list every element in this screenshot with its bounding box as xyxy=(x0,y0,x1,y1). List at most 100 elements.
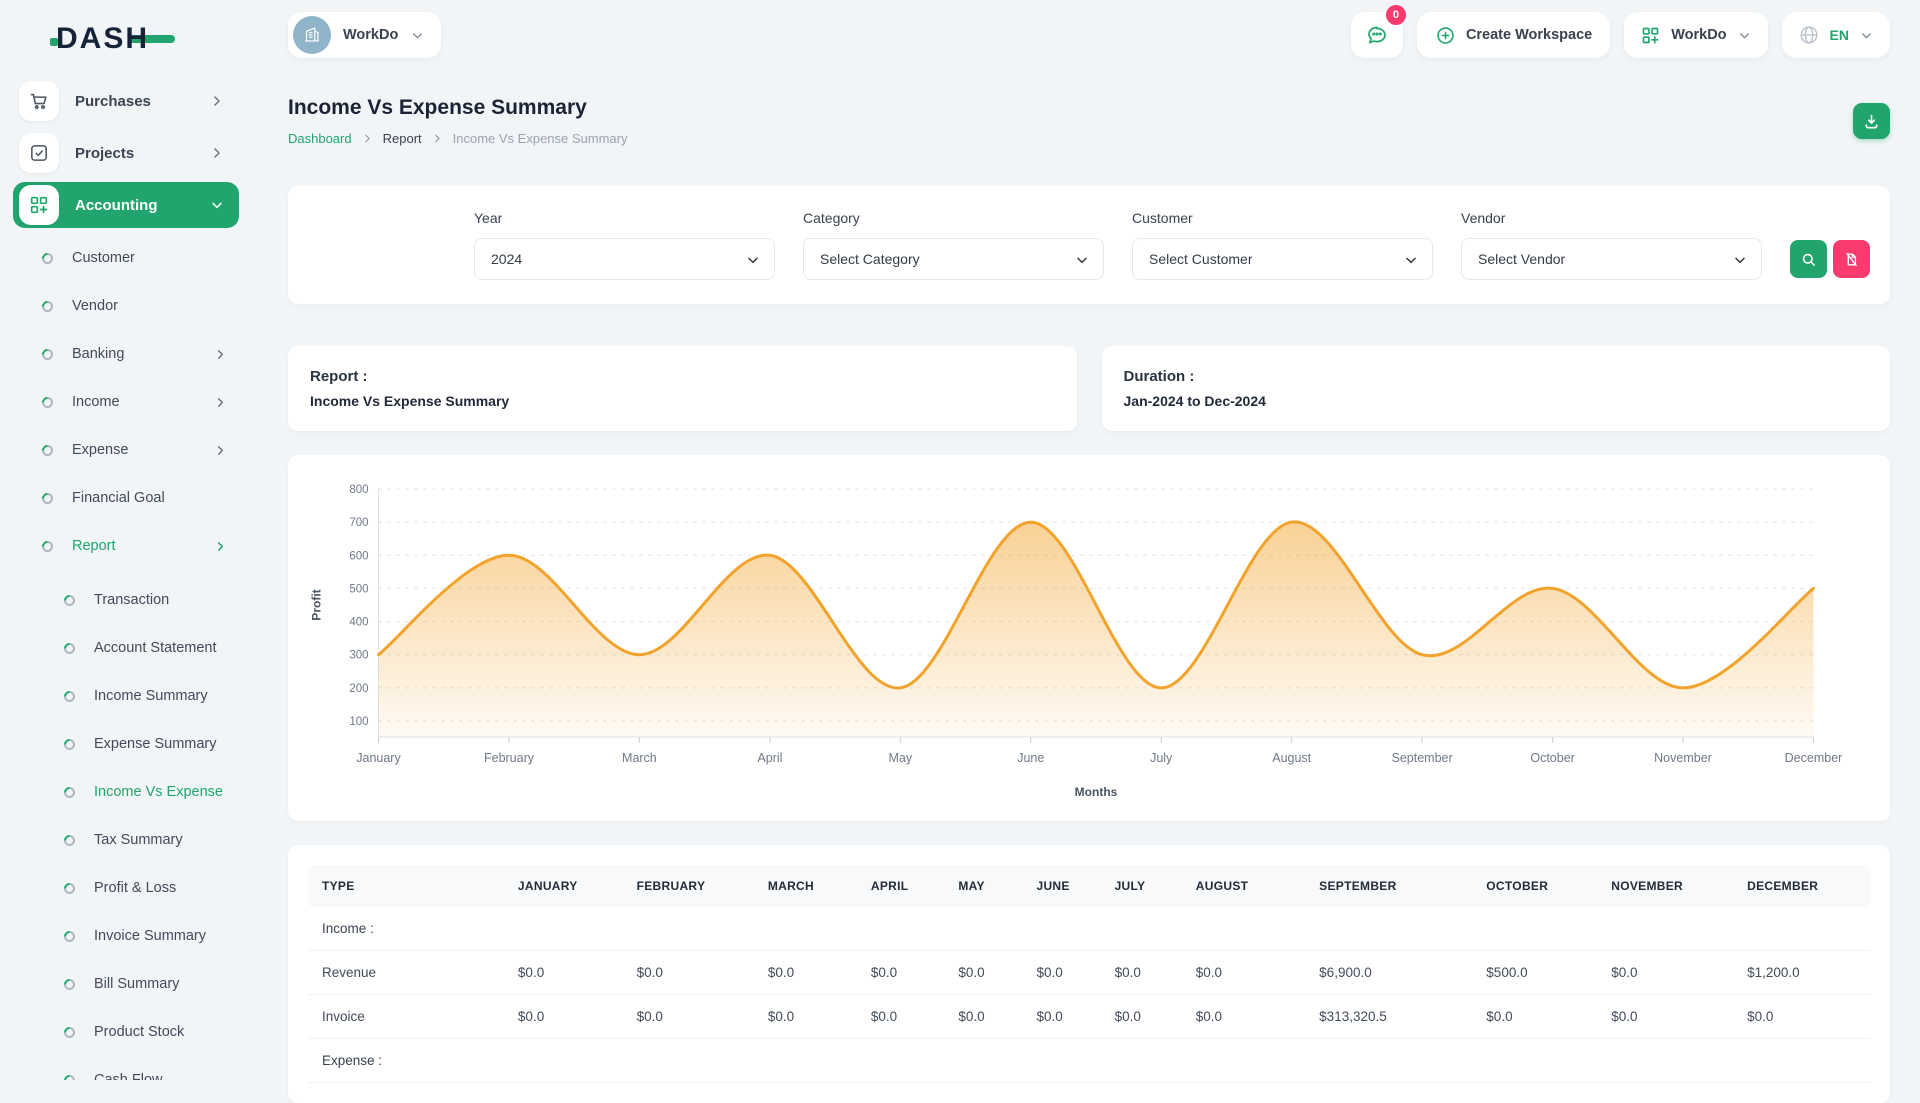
workspace-avatar xyxy=(293,16,331,54)
svg-text:500: 500 xyxy=(349,583,368,595)
sidebar-item-customer[interactable]: Customer xyxy=(0,234,252,282)
chevron-right-icon xyxy=(213,347,228,362)
column-header-april: APRIL xyxy=(861,865,948,907)
sidebar-item-invoice-summary[interactable]: Invoice Summary xyxy=(0,912,252,960)
profit-chart-container: 100200300400500600700800JanuaryFebruaryM… xyxy=(302,473,1876,803)
bullet-icon xyxy=(62,592,78,608)
svg-text:July: July xyxy=(1150,751,1173,765)
value-cell: $0.0 xyxy=(861,951,948,995)
value-cell: $0.0 xyxy=(1026,995,1104,1039)
sidebar-item-label: Financial Goal xyxy=(72,490,228,506)
sidebar-item-bill-summary[interactable]: Bill Summary xyxy=(0,960,252,1008)
value-cell: $0.0 xyxy=(508,995,627,1039)
report-submenu: Transaction Account Statement Income Summa… xyxy=(0,576,252,1080)
breadcrumb-dashboard[interactable]: Dashboard xyxy=(288,131,352,146)
page-title: Income Vs Expense Summary xyxy=(288,96,628,120)
year-select[interactable]: 2024 xyxy=(474,238,775,280)
messages-button[interactable]: 0 xyxy=(1351,12,1403,58)
bullet-icon xyxy=(40,442,56,458)
workspace-selector[interactable]: WorkDo xyxy=(288,12,441,58)
sidebar-item-income-vs-expense[interactable]: Income Vs Expense xyxy=(0,768,252,816)
sidebar-item-label: Expense xyxy=(72,442,213,458)
value-cell: $0.0 xyxy=(1601,995,1737,1039)
sidebar-item-expense-summary[interactable]: Expense Summary xyxy=(0,720,252,768)
sidebar-item-projects[interactable]: Projects xyxy=(13,130,239,176)
value-cell: $0.0 xyxy=(948,951,1026,995)
sidebar-item-tax-summary[interactable]: Tax Summary xyxy=(0,816,252,864)
chat-icon xyxy=(1365,23,1389,47)
svg-text:200: 200 xyxy=(349,683,368,695)
chart-area-fill xyxy=(379,522,1814,737)
chevron-right-icon xyxy=(213,395,228,410)
svg-text:August: August xyxy=(1272,751,1311,765)
accounting-submenu: CustomerVendorBankingIncome Expense Financ… xyxy=(0,234,252,1080)
sidebar-item-account-statement[interactable]: Account Statement xyxy=(0,624,252,672)
value-cell: $313,320.5 xyxy=(1309,995,1476,1039)
chevron-right-icon xyxy=(431,132,444,145)
sidebar-item-profit-loss[interactable]: Profit & Loss xyxy=(0,864,252,912)
sidebar-item-label: Invoice Summary xyxy=(94,928,228,944)
workspace-name: WorkDo xyxy=(343,27,398,43)
table-card: TYPEJANUARYFEBRUARYMARCHAPRILMAYJUNEJULY… xyxy=(288,845,1890,1103)
language-selector[interactable]: EN xyxy=(1782,12,1890,58)
sidebar-item-expense[interactable]: Expense xyxy=(0,426,252,474)
value-cell: $1,200.0 xyxy=(1737,951,1870,995)
sidebar-item-report[interactable]: Report xyxy=(0,522,252,570)
grid-plus-icon xyxy=(1640,25,1661,46)
cart-icon xyxy=(28,90,50,112)
bullet-icon xyxy=(40,346,56,362)
breadcrumb-report[interactable]: Report xyxy=(383,131,422,146)
bullet-icon xyxy=(62,928,78,944)
workdo-menu[interactable]: WorkDo xyxy=(1624,12,1767,58)
report-label: Report : xyxy=(310,368,1055,385)
select-value: 2024 xyxy=(491,251,522,267)
svg-text:100: 100 xyxy=(349,716,368,728)
report-summary-card: Report : Income Vs Expense Summary xyxy=(288,346,1077,431)
sidebar-item-transaction[interactable]: Transaction xyxy=(0,576,252,624)
chevron-right-icon xyxy=(213,443,228,458)
create-workspace-button[interactable]: Create Workspace xyxy=(1417,12,1610,58)
bullet-icon xyxy=(62,736,78,752)
sidebar-item-banking[interactable]: Banking xyxy=(0,330,252,378)
sidebar-item-income[interactable]: Income xyxy=(0,378,252,426)
svg-text:December: December xyxy=(1785,751,1843,765)
icon-tile xyxy=(19,81,59,121)
svg-text:September: September xyxy=(1392,751,1453,765)
sidebar-item-financial-goal[interactable]: Financial Goal xyxy=(0,474,252,522)
vendor-select[interactable]: Select Vendor xyxy=(1461,238,1762,280)
table-row: Invoice$0.0$0.0$0.0$0.0$0.0$0.0$0.0$0.0$… xyxy=(308,995,1870,1039)
column-header-type: TYPE xyxy=(308,865,508,907)
apply-filter-button[interactable] xyxy=(1790,240,1827,278)
value-cell: $0.0 xyxy=(627,951,758,995)
sidebar-item-income-summary[interactable]: Income Summary xyxy=(0,672,252,720)
svg-text:October: October xyxy=(1530,751,1574,765)
value-cell: $0.0 xyxy=(1186,951,1309,995)
duration-summary-card: Duration : Jan-2024 to Dec-2024 xyxy=(1102,346,1891,431)
sidebar-item-label: Income Summary xyxy=(94,688,228,704)
select-value: Select Customer xyxy=(1149,251,1252,267)
chevron-down-icon xyxy=(209,197,225,213)
filter-label: Year xyxy=(474,210,775,226)
value-cell: $0.0 xyxy=(1601,951,1737,995)
sidebar-item-accounting[interactable]: Accounting xyxy=(13,182,239,228)
bullet-icon xyxy=(40,298,56,314)
bullet-icon xyxy=(62,832,78,848)
svg-text:400: 400 xyxy=(349,617,368,629)
export-download-button[interactable] xyxy=(1853,103,1890,139)
column-header-june: JUNE xyxy=(1026,865,1104,907)
reset-filter-button[interactable] xyxy=(1833,240,1870,278)
dash-logo: DASH xyxy=(0,18,252,72)
sidebar-item-purchases[interactable]: Purchases xyxy=(13,78,239,124)
category-select[interactable]: Select Category xyxy=(803,238,1104,280)
customer-select[interactable]: Select Customer xyxy=(1132,238,1433,280)
bullet-icon xyxy=(62,640,78,656)
sidebar-item-label: Transaction xyxy=(94,592,228,608)
chart-card: 100200300400500600700800JanuaryFebruaryM… xyxy=(288,455,1890,821)
bullet-icon xyxy=(62,1072,78,1080)
sidebar-item-product-stock[interactable]: Product Stock xyxy=(0,1008,252,1056)
sidebar-item-vendor[interactable]: Vendor xyxy=(0,282,252,330)
value-cell: $0.0 xyxy=(508,951,627,995)
value-cell: $0.0 xyxy=(1186,995,1309,1039)
sidebar-item-cash-flow[interactable]: Cash Flow xyxy=(0,1056,252,1080)
workdo-menu-label: WorkDo xyxy=(1671,27,1726,43)
